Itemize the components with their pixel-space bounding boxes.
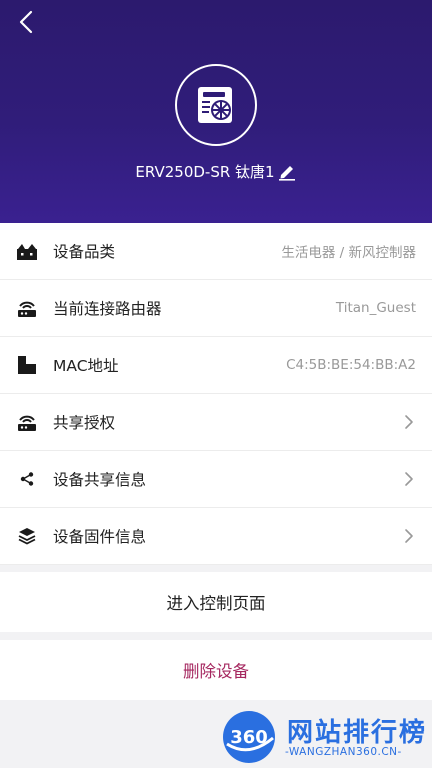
row-value: Titan_Guest (335, 300, 416, 316)
device-info-list: 设备品类 生活电器 / 新风控制器 当前连接路由器 Titan_Guest MA… (0, 223, 432, 565)
back-chevron-icon (19, 10, 33, 34)
ventilator-device-icon (198, 87, 232, 123)
device-avatar (175, 64, 257, 146)
row-value: C4:5B:BE:54:BB:A2 (286, 357, 416, 373)
row-label: 共享授权 (53, 414, 116, 432)
watermark-title: 网站排行榜 (287, 718, 428, 748)
chevron-right-icon (405, 529, 413, 543)
share-authorization-icon (16, 411, 38, 433)
row-label: 设备品类 (53, 243, 116, 261)
row-device-category: 设备品类 生活电器 / 新风控制器 (0, 223, 432, 280)
device-header: ERV250D-SR 钛唐1 (0, 0, 432, 223)
mac-address-icon (16, 354, 38, 376)
row-current-router: 当前连接路由器 Titan_Guest (0, 280, 432, 337)
firmware-layers-icon (16, 525, 38, 547)
watermark-logo: 360 网站排行榜 -WANGZHAN360.CN- (219, 706, 429, 764)
row-label: 当前连接路由器 (53, 300, 162, 318)
enter-control-page-button[interactable]: 进入控制页面 (0, 572, 432, 632)
device-name-row: ERV250D-SR 钛唐1 (0, 158, 432, 184)
chevron-right-icon (405, 415, 413, 429)
row-label: 设备共享信息 (53, 471, 147, 489)
watermark-subtitle: -WANGZHAN360.CN- (285, 746, 402, 758)
delete-device-button[interactable]: 删除设备 (0, 640, 432, 700)
row-mac-address: MAC地址 C4:5B:BE:54:BB:A2 (0, 337, 432, 394)
row-label: MAC地址 (53, 357, 119, 375)
watermark-number: 360 (230, 727, 268, 748)
back-button[interactable] (14, 6, 42, 40)
edit-name-button[interactable] (277, 161, 297, 181)
device-name: ERV250D-SR 钛唐1 (135, 162, 275, 181)
router-icon (16, 297, 38, 319)
share-icon (16, 468, 38, 490)
row-label: 设备固件信息 (53, 528, 147, 546)
row-share-authorization[interactable]: 共享授权 (0, 394, 432, 451)
category-icon (16, 240, 38, 262)
row-device-share-info[interactable]: 设备共享信息 (0, 451, 432, 508)
pencil-edit-icon (278, 166, 295, 181)
watermark-360-icon: 360 (223, 711, 275, 763)
chevron-right-icon (405, 472, 413, 486)
row-value: 生活电器 / 新风控制器 (281, 245, 416, 261)
row-device-firmware-info[interactable]: 设备固件信息 (0, 508, 432, 565)
